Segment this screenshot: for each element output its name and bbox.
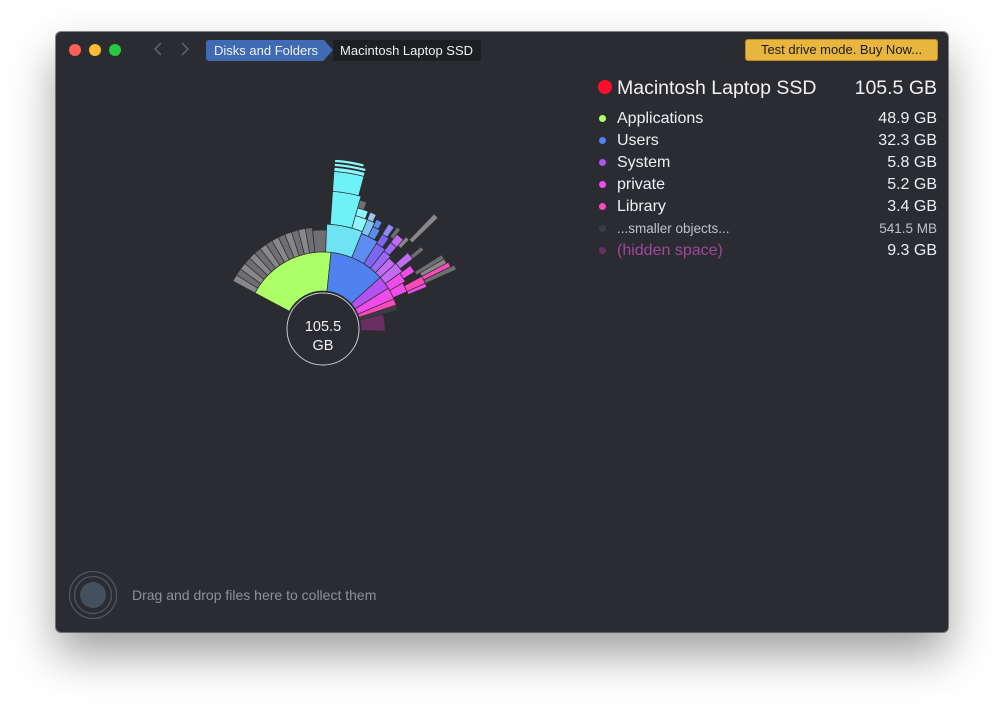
legend-item-system[interactable]: System 5.8 GB: [598, 152, 937, 174]
legend-dot: [599, 115, 606, 122]
legend-item-size: 48.9 GB: [878, 110, 937, 127]
legend-item-users[interactable]: Users 32.3 GB: [598, 130, 937, 152]
total-size-unit: GB: [312, 338, 334, 354]
legend-item-private[interactable]: private 5.2 GB: [598, 174, 937, 196]
disk-size: 105.5 GB: [854, 77, 937, 99]
legend-item-applications[interactable]: Applications 48.9 GB: [598, 108, 937, 130]
legend-item-label: Library: [617, 198, 666, 215]
legend-item-label: private: [617, 176, 666, 193]
total-size-label[interactable]: 105.5 GB: [288, 318, 358, 356]
legend-item-size: 5.2 GB: [887, 176, 937, 193]
sunburst-segment-users-deep[interactable]: [408, 213, 439, 244]
legend-item-size: 5.8 GB: [887, 154, 937, 171]
total-size-value: 105.5: [304, 319, 342, 335]
legend-item-label: ...smaller objects...: [617, 221, 730, 236]
legend-item-size: 3.4 GB: [887, 198, 937, 215]
sunburst-segment-app-child[interactable]: [312, 229, 327, 253]
legend-item-hidden-space[interactable]: (hidden space) 9.3 GB: [598, 240, 937, 262]
legend-item-smaller-objects[interactable]: ...smaller objects... 541.5 MB: [598, 218, 937, 240]
legend-item-label: Applications: [617, 110, 704, 127]
legend-item-size: 541.5 MB: [879, 221, 937, 236]
legend-item-size: 9.3 GB: [887, 242, 937, 259]
legend-dot: [599, 225, 606, 232]
collector-drop-target[interactable]: [68, 570, 118, 620]
legend-item-size: 32.3 GB: [878, 132, 937, 149]
legend-item-label: (hidden space): [617, 242, 723, 259]
legend-dot: [599, 247, 606, 254]
disk-name: Macintosh Laptop SSD: [617, 77, 817, 99]
app-window: Disks and Folders Macintosh Laptop SSD T…: [56, 32, 948, 632]
sunburst-segment-system-deep[interactable]: [409, 246, 425, 260]
dropzone-hint: Drag and drop files here to collect them: [132, 587, 377, 603]
disk-color-dot: [598, 80, 612, 94]
legend-dot: [599, 181, 606, 188]
legend-dot: [599, 203, 606, 210]
legend-item-label: Users: [617, 132, 659, 149]
legend-dot: [599, 137, 606, 144]
legend-item-label: System: [617, 154, 671, 171]
disk-header: Macintosh Laptop SSD 105.5 GB: [598, 74, 937, 102]
disk-legend: Applications 48.9 GB Users 32.3 GB Syste…: [598, 108, 937, 262]
legend-item-library[interactable]: Library 3.4 GB: [598, 196, 937, 218]
legend-dot: [599, 159, 606, 166]
